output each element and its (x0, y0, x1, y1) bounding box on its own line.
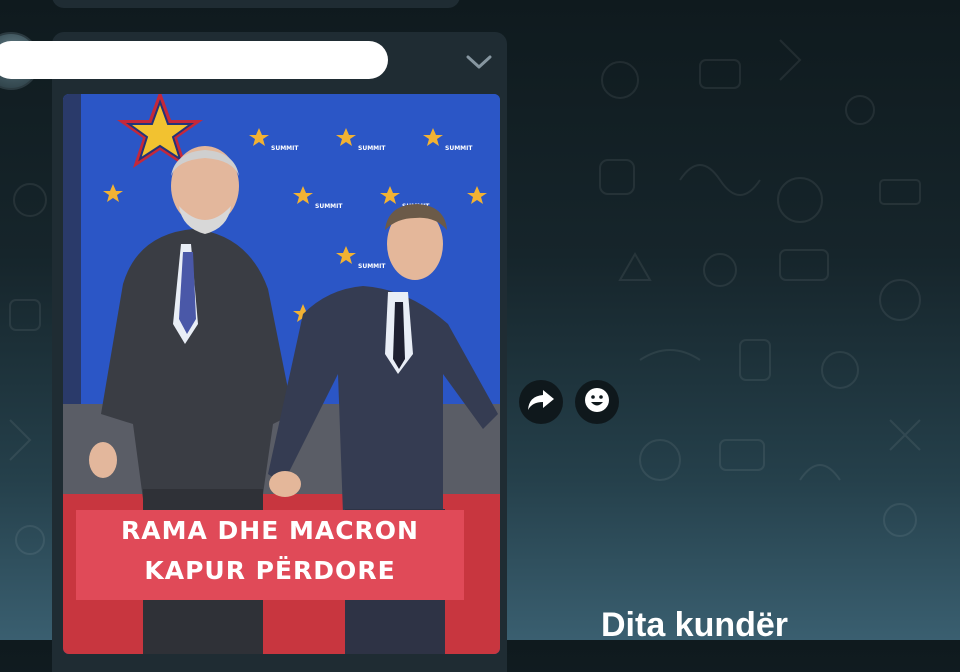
react-button[interactable] (575, 380, 619, 424)
svg-text:SUMMIT: SUMMIT (271, 145, 299, 152)
media-caption-line2: KAPUR PËRDORE (144, 556, 396, 585)
forward-button[interactable] (519, 380, 563, 424)
svg-text:SUMMIT: SUMMIT (358, 145, 386, 152)
svg-text:SUMMIT: SUMMIT (445, 145, 473, 152)
next-message-text: Dita kundër (601, 606, 789, 644)
sender-name-redacted (0, 41, 388, 79)
svg-text:SUMMIT: SUMMIT (315, 203, 343, 210)
message-bubble[interactable]: SUMMIT SUMMIT SUMMIT SUMMIT SUMMIT SUMMI… (0, 32, 507, 672)
smiley-icon (584, 387, 610, 418)
chevron-down-icon[interactable] (465, 48, 493, 76)
media-caption-line1: RAMA DHE MACRON (121, 516, 419, 545)
previous-message-bubble (52, 0, 460, 8)
svg-text:SUMMIT: SUMMIT (358, 263, 386, 270)
forward-arrow-icon (526, 388, 556, 417)
